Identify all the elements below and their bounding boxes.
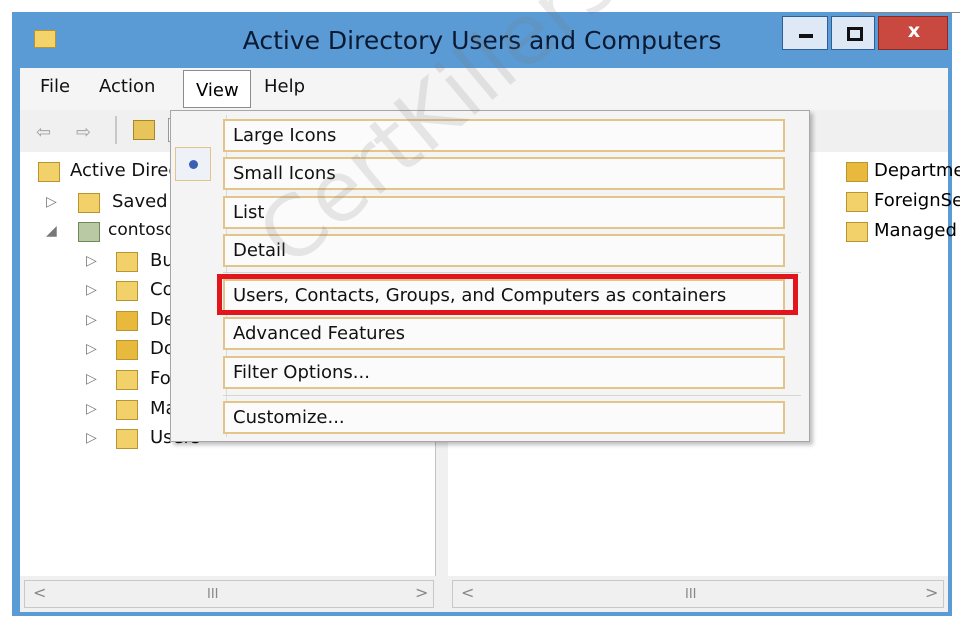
folder-icon: [846, 192, 868, 212]
expand-icon[interactable]: ▷: [86, 430, 97, 446]
forward-icon[interactable]: ⇨: [76, 122, 91, 143]
menu-item-advanced-features[interactable]: Advanced Features: [223, 317, 785, 350]
scroll-thumb[interactable]: III: [685, 587, 697, 602]
folder-icon: [116, 281, 138, 301]
close-icon: x: [907, 20, 921, 42]
menu-view[interactable]: View: [183, 70, 251, 108]
scroll-right-icon[interactable]: >: [925, 583, 938, 602]
ou-folder-icon: [116, 311, 138, 331]
domain-icon: [78, 222, 100, 242]
close-button[interactable]: x: [878, 16, 948, 50]
menu-item-large-icons[interactable]: Large Icons: [223, 119, 785, 152]
menu-item-list[interactable]: List: [223, 196, 785, 229]
directory-icon: [38, 162, 60, 182]
menu-item-detail[interactable]: Detail: [223, 234, 785, 267]
menu-separator: [223, 395, 801, 396]
menu-separator: [223, 272, 801, 273]
expand-icon[interactable]: ▷: [46, 194, 57, 210]
expand-icon[interactable]: ▷: [86, 341, 97, 357]
up-folder-icon[interactable]: [133, 120, 155, 140]
red-highlight-box: [217, 274, 798, 315]
collapse-icon[interactable]: ◢: [46, 223, 57, 239]
menu-file[interactable]: File: [40, 76, 70, 97]
menu-help[interactable]: Help: [264, 76, 305, 97]
maximize-button[interactable]: [831, 16, 875, 50]
expand-icon[interactable]: ▷: [86, 282, 97, 298]
title-bar[interactable]: Active Directory Users and Computers x: [12, 12, 952, 68]
scroll-left-icon[interactable]: <: [33, 583, 46, 602]
ou-folder-icon: [846, 162, 868, 182]
menu-item-customize[interactable]: Customize...: [223, 401, 785, 434]
expand-icon[interactable]: ▷: [86, 312, 97, 328]
back-icon[interactable]: ⇦: [36, 122, 51, 143]
expand-icon[interactable]: ▷: [86, 401, 97, 417]
expand-icon[interactable]: ▷: [86, 253, 97, 269]
folder-icon: [846, 222, 868, 242]
details-horizontal-scrollbar[interactable]: < III >: [452, 580, 944, 608]
menu-action[interactable]: Action: [99, 76, 155, 97]
radio-selected-icon: [175, 147, 211, 181]
corner-line: [860, 0, 960, 13]
toolbar-separator: [115, 116, 117, 144]
scroll-thumb[interactable]: III: [207, 587, 219, 602]
scroll-right-icon[interactable]: >: [415, 583, 428, 602]
menu-item-small-icons[interactable]: Small Icons: [223, 157, 785, 190]
folder-icon: [116, 370, 138, 390]
minimize-button[interactable]: [782, 16, 828, 50]
folder-icon: [116, 400, 138, 420]
folder-icon: [116, 252, 138, 272]
ou-folder-icon: [116, 340, 138, 360]
tree-horizontal-scrollbar[interactable]: < III >: [24, 580, 434, 608]
folder-icon: [78, 193, 100, 213]
expand-icon[interactable]: ▷: [86, 371, 97, 387]
folder-icon: [116, 429, 138, 449]
menu-view-label: View: [196, 80, 239, 101]
menu-bar: File Action View Help: [20, 68, 948, 110]
scroll-left-icon[interactable]: <: [461, 583, 474, 602]
menu-item-filter-options[interactable]: Filter Options...: [223, 356, 785, 389]
